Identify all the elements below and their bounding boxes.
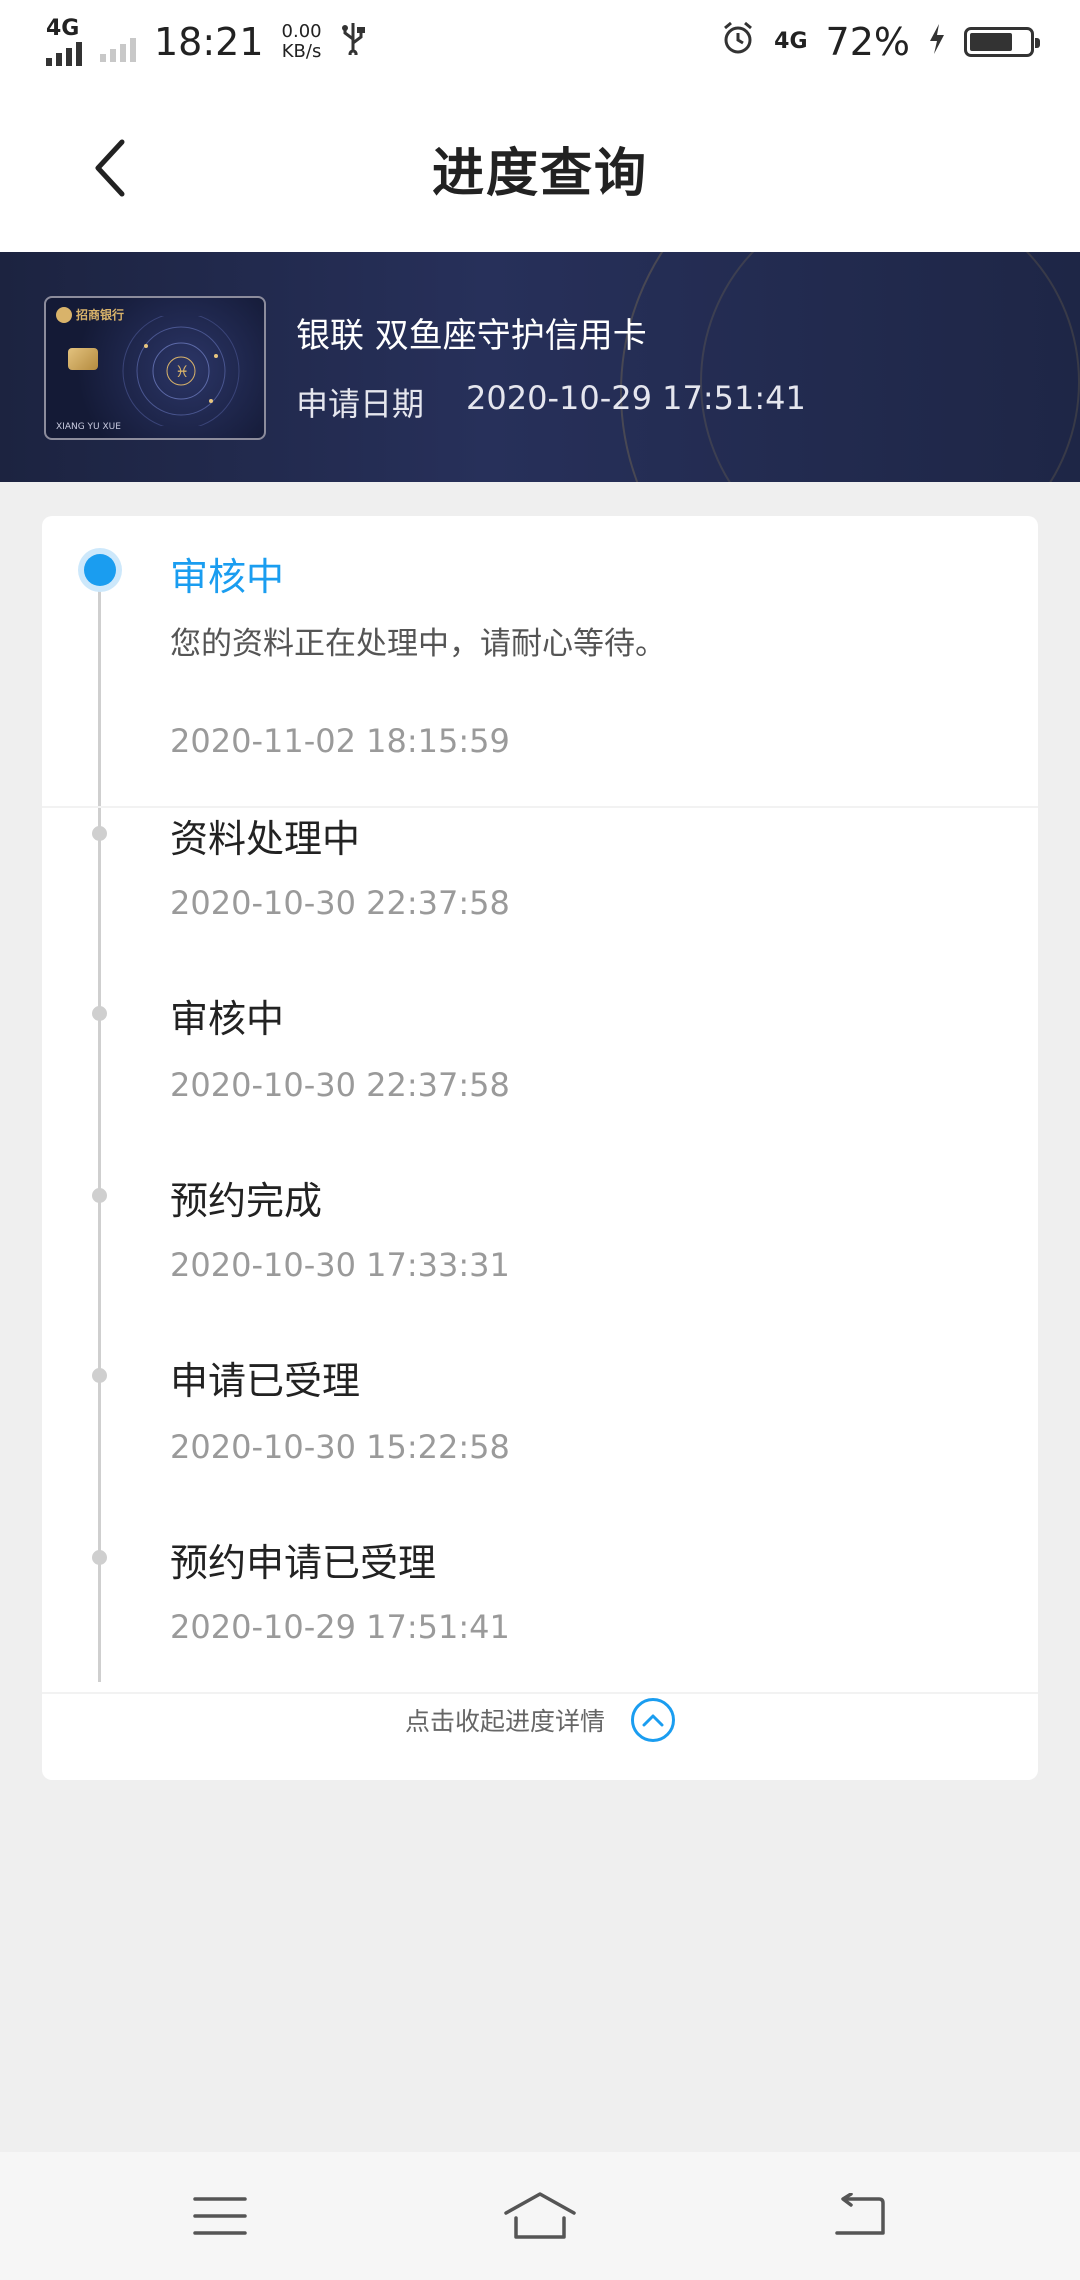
current-status-dot [78,548,122,592]
charging-icon [928,20,946,64]
battery-fill [970,33,1012,51]
progress-panel [42,516,1038,1780]
status-bar: 4G 18:21 0.00 KB/s 4G 72% [0,0,1080,84]
network-type: 4G [46,16,80,41]
back-icon [835,2193,885,2235]
card-name: 银联 双鱼座守护信用卡 [296,316,647,356]
nav-back-button[interactable] [805,2176,915,2256]
card-info: 银联 双鱼座守护信用卡 申请日期 2020-10-29 17:51:41 [296,308,806,425]
current-status-description: 您的资料正在处理中，请耐心等待。 [170,626,666,662]
card-banner: 招商银行 ♓ XIANG YU XUE 银联 双鱼座守护信用卡 申请日期 202… [0,252,1080,482]
timeline-title: 申请已受理 [170,1359,361,1403]
back-button[interactable] [80,136,140,200]
nav-menu-button[interactable] [165,2176,275,2256]
speed-unit: KB/s [281,41,322,62]
timeline-time: 2020-10-30 22:37:58 [170,1066,510,1104]
timeline-time: 2020-10-30 22:37:58 [170,884,510,922]
bank-logo-icon [56,306,72,323]
chevron-left-icon [95,139,125,197]
menu-icon [193,2197,247,2235]
chevron-up-icon [631,1698,675,1742]
signal-group: 4G [46,18,82,66]
system-nav-bar [0,2152,1080,2280]
timeline-dot [92,826,107,841]
network-speed: 0.00 KB/s [282,22,322,62]
timeline-dot [92,1006,107,1021]
page-title: 进度查询 [431,143,648,204]
signal-2-icon [100,36,136,62]
timeline-time: 2020-10-30 17:33:31 [170,1246,510,1284]
timeline-line [98,572,101,1682]
card-image: 招商银行 ♓ XIANG YU XUE [44,296,266,440]
speed-value: 0.00 [281,21,322,42]
current-status-time: 2020-11-02 18:15:59 [170,722,510,760]
status-left: 4G 18:21 0.00 KB/s [46,18,366,66]
card-holder-text: XIANG YU XUE [56,422,121,432]
battery-icon [964,27,1040,57]
clock: 18:21 [154,20,264,64]
svg-text:♓: ♓ [175,362,189,381]
battery-percent: 72% [825,20,910,64]
apply-date-value: 2020-10-29 17:51:41 [466,379,806,417]
usb-icon [340,20,366,64]
apply-date-row: 申请日期 2020-10-29 17:51:41 [296,379,806,425]
apply-date-label: 申请日期 [296,385,425,423]
card-chip-icon [68,348,98,370]
app-header: 进度查询 [0,84,1080,252]
timeline-title: 资料处理中 [170,817,361,861]
collapse-details-button[interactable]: 点击收起进度详情 [0,1690,1080,1750]
home-icon [504,2192,576,2239]
timeline-title: 预约申请已受理 [170,1541,437,1585]
signal-icon [46,40,82,66]
bank-logo: 招商银行 [56,306,124,323]
timeline-dot [92,1188,107,1203]
current-status-title: 审核中 [170,555,285,599]
status-right: 4G 72% [720,20,1040,65]
timeline-title: 审核中 [170,997,285,1041]
timeline-dot [92,1368,107,1383]
constellation-icon: ♓ [122,316,240,426]
timeline-title: 预约完成 [170,1179,323,1223]
nav-home-button[interactable] [485,2176,595,2256]
collapse-label: 点击收起进度详情 [404,1707,605,1736]
alarm-icon [720,20,756,65]
network-type-2: 4G [774,29,808,54]
timeline-time: 2020-10-29 17:51:41 [170,1608,510,1646]
timeline-time: 2020-10-30 15:22:58 [170,1428,510,1466]
timeline-dot [92,1550,107,1565]
